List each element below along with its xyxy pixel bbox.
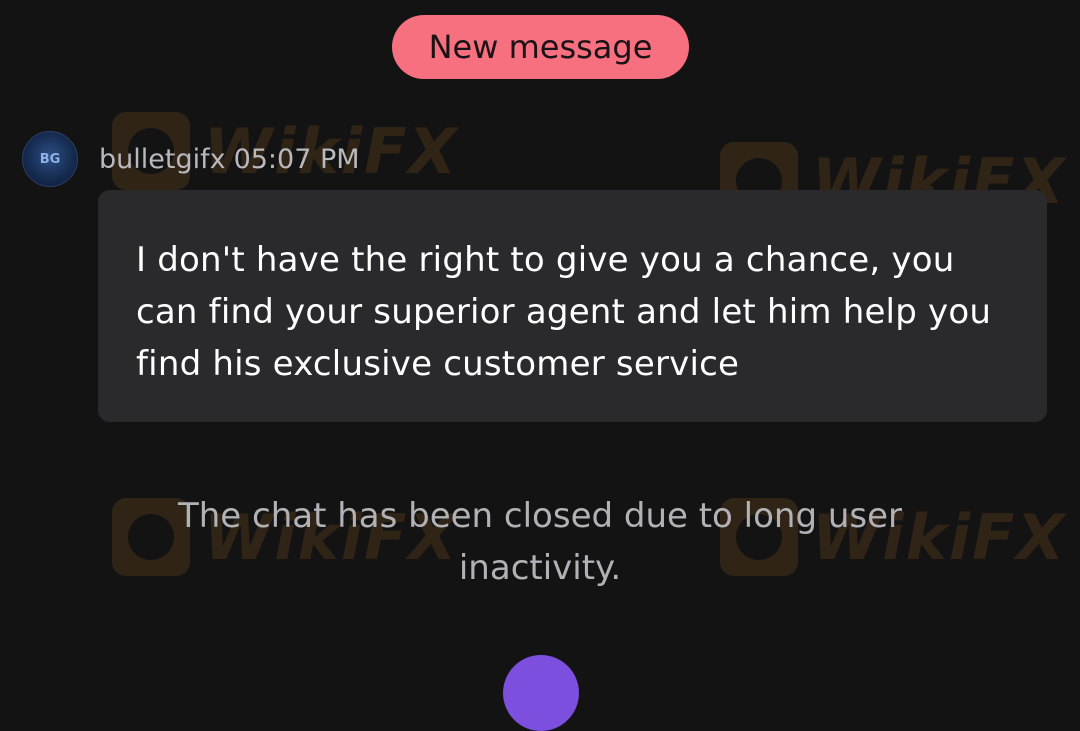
avatar[interactable]: BG xyxy=(22,131,78,187)
floating-action-button[interactable] xyxy=(503,655,579,731)
message-header: BG bulletgifx 05:07 PM xyxy=(22,130,360,188)
chat-closed-notice: The chat has been closed due to long use… xyxy=(177,496,903,588)
new-message-button[interactable]: New message xyxy=(392,15,689,79)
message-time: 05:07 PM xyxy=(233,143,360,175)
sender-name: bulletgifx xyxy=(99,143,226,175)
message-bubble[interactable]: I don't have the right to give you a cha… xyxy=(98,190,1047,422)
sender-line: bulletgifx 05:07 PM xyxy=(99,144,360,175)
message-text: I don't have the right to give you a cha… xyxy=(136,240,992,384)
avatar-initials: BG xyxy=(39,151,61,167)
